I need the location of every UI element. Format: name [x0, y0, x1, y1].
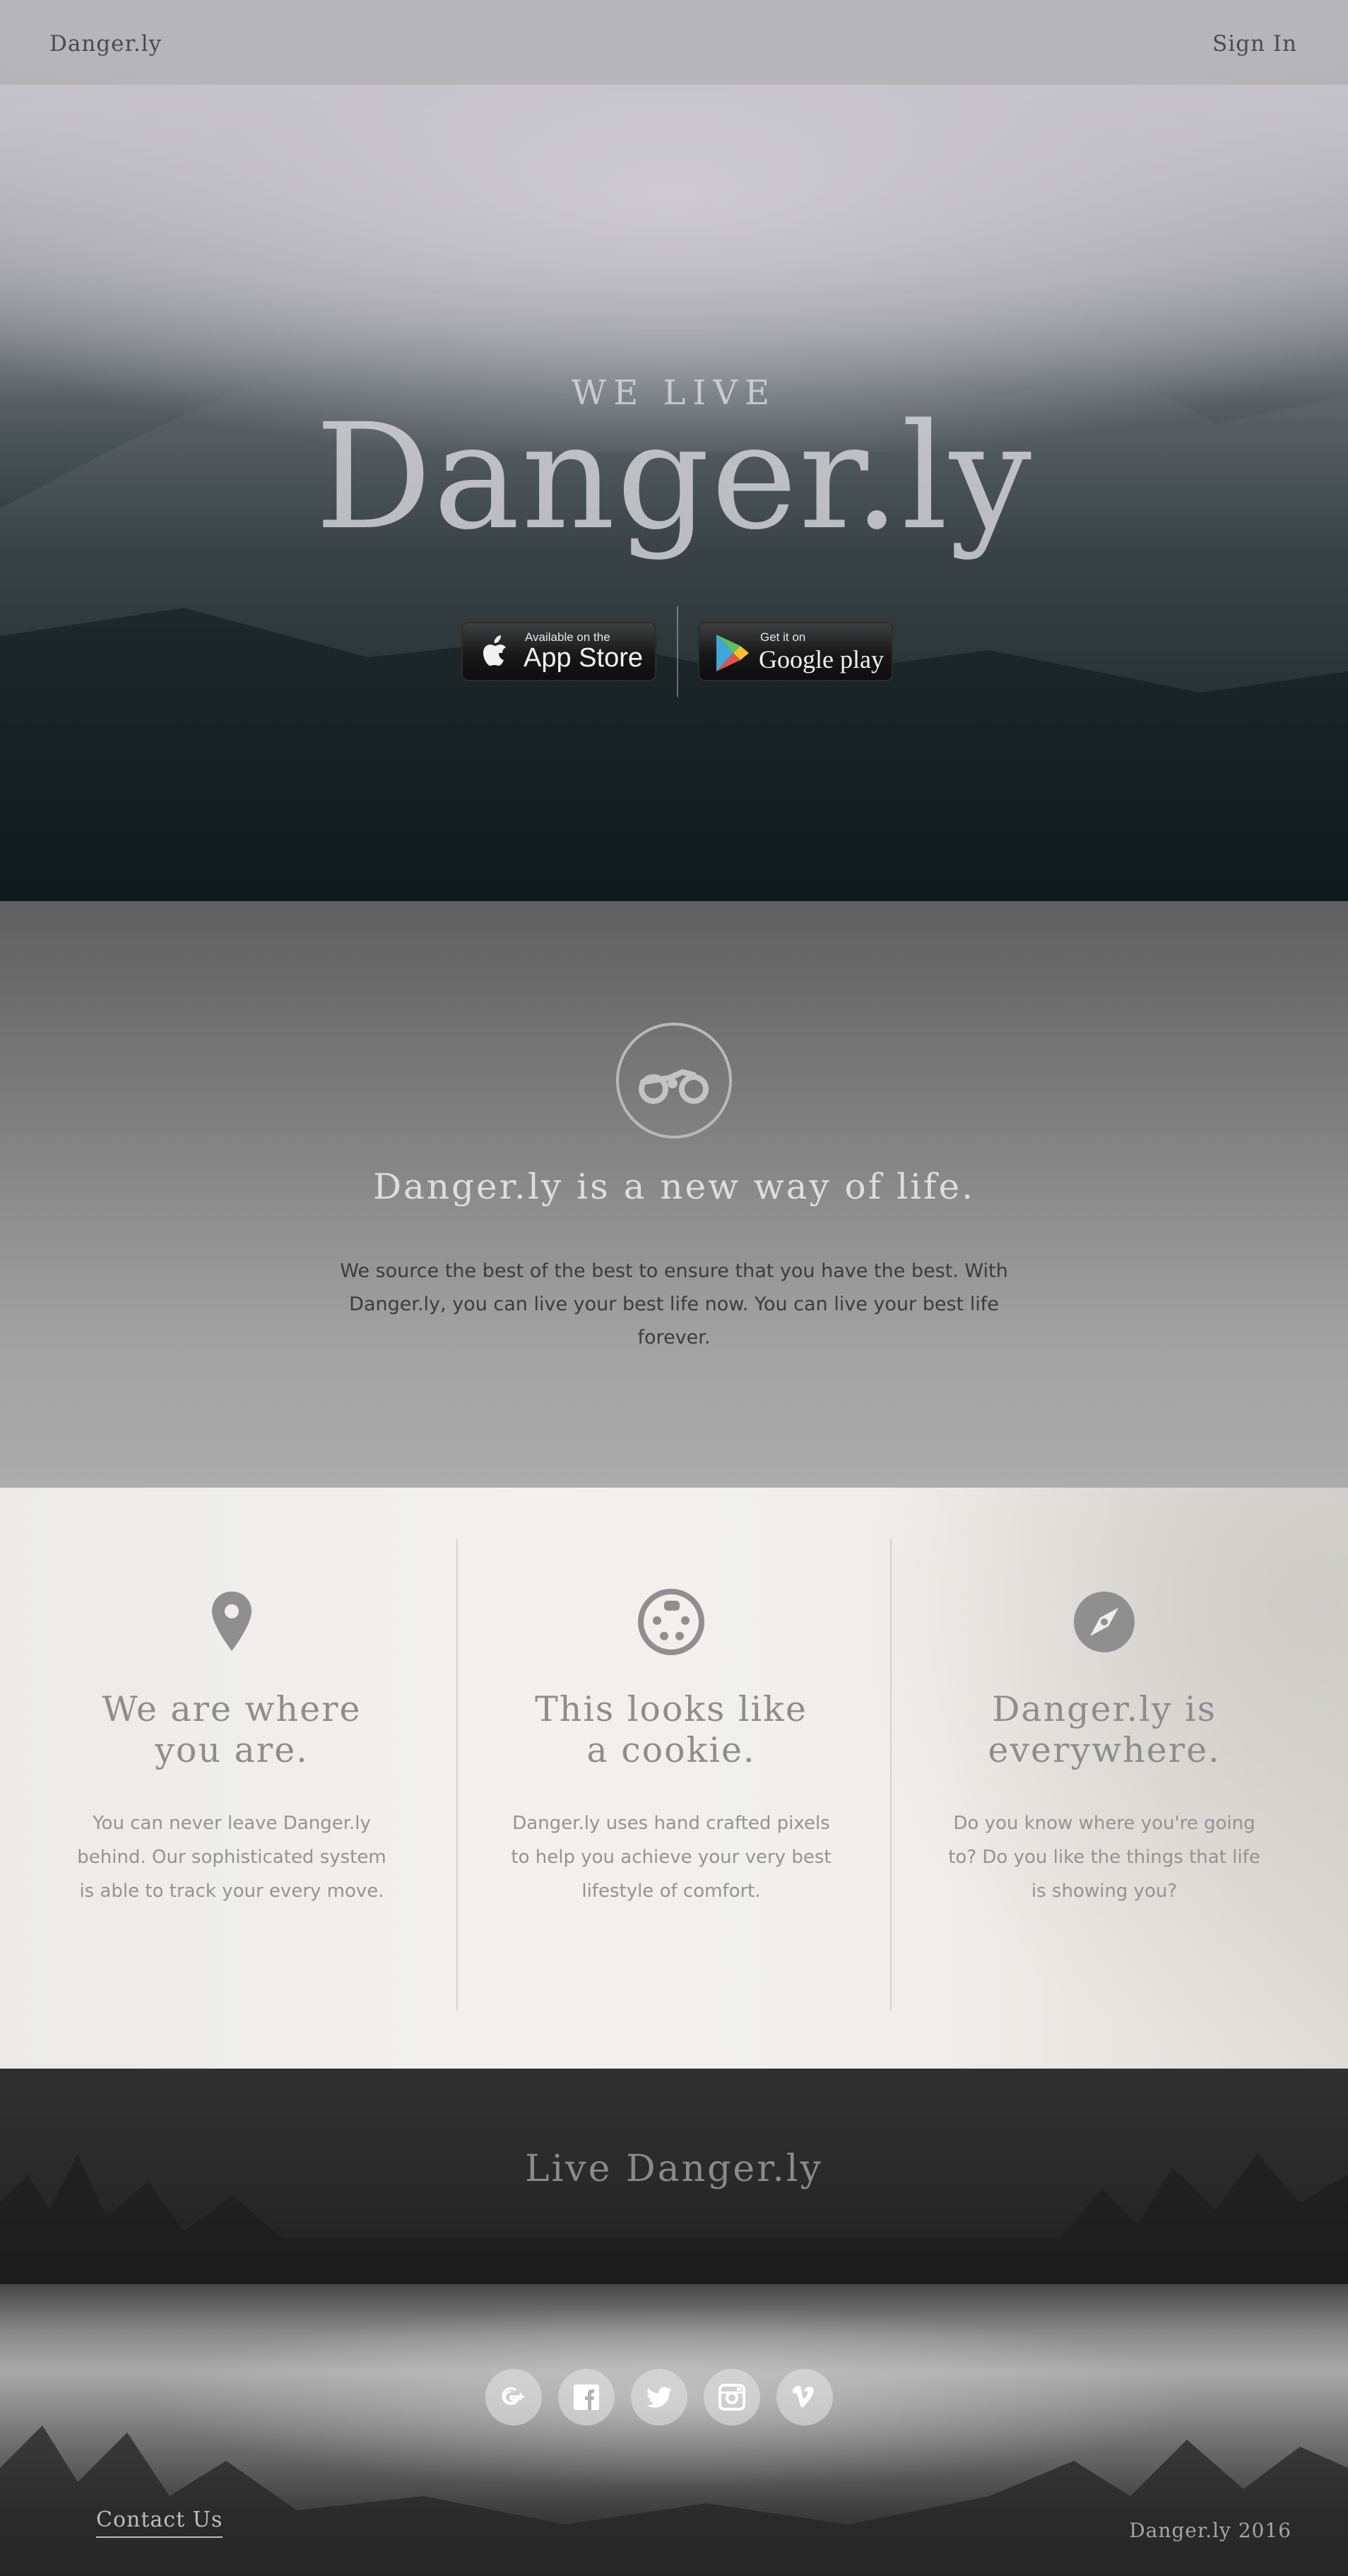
- features-section: We are where you are. You can never leav…: [0, 1488, 1348, 2069]
- hero-section: Danger.ly Sign In WE LIVE Danger.ly Avai…: [0, 0, 1348, 901]
- feature-everywhere-title: Danger.ly is everywhere.: [942, 1689, 1267, 1771]
- feature-location-title-line2: you are.: [155, 1730, 309, 1770]
- facebook-icon: [574, 2384, 599, 2410]
- motorcycle-icon: [616, 1023, 732, 1139]
- app-store-small-label: Available on the: [525, 630, 610, 644]
- sign-in-link[interactable]: Sign In: [1212, 31, 1297, 57]
- app-store-label: App Store: [524, 643, 643, 673]
- cookie-icon: [638, 1589, 704, 1655]
- vimeo-icon: [793, 2385, 814, 2408]
- top-navigation-bar: Danger.ly Sign In: [0, 0, 1348, 85]
- google-play-button[interactable]: Get it on Google play: [698, 622, 893, 681]
- feature-divider: [890, 1539, 892, 2011]
- instagram-button[interactable]: [704, 2369, 760, 2425]
- map-pin-icon: [212, 1592, 252, 1651]
- cta-title: Live Danger.ly: [525, 2148, 823, 2190]
- google-play-label: Google play: [759, 645, 884, 674]
- about-title: Danger.ly is a new way of life.: [372, 1166, 976, 1207]
- twitter-button[interactable]: [631, 2369, 687, 2425]
- feature-cookie-text: Danger.ly uses hand crafted pixels to he…: [511, 1813, 832, 1902]
- vimeo-button[interactable]: [776, 2369, 833, 2425]
- app-store-button[interactable]: Available on the App Store: [461, 622, 656, 681]
- feature-cookie-title-line2: a cookie.: [586, 1730, 756, 1770]
- feature-everywhere-title-line2: everywhere.: [988, 1730, 1221, 1770]
- google-plus-button[interactable]: [485, 2369, 542, 2425]
- compass-icon: [1074, 1592, 1135, 1652]
- about-description: We source the best of the best to ensure…: [340, 1260, 1008, 1348]
- feature-everywhere-title-line1: Danger.ly is: [992, 1689, 1217, 1729]
- feature-cookie-title-line1: This looks like: [535, 1689, 808, 1729]
- about-section: Danger.ly is a new way of life. We sourc…: [0, 901, 1348, 1488]
- instagram-icon: [719, 2384, 745, 2411]
- feature-location-text: You can never leave Danger.ly behind. Ou…: [77, 1813, 386, 1902]
- feature-location-title-line1: We are where: [102, 1689, 362, 1729]
- hero-title: Danger.ly: [314, 392, 1033, 562]
- cta-section: Live Danger.ly: [0, 2069, 1348, 2284]
- google-play-icon: [716, 635, 749, 671]
- google-plus-icon: [502, 2387, 524, 2406]
- google-play-small-label: Get it on: [760, 630, 806, 644]
- feature-divider: [456, 1539, 458, 2011]
- contact-us-link[interactable]: Contact Us: [96, 2507, 223, 2538]
- twitter-icon: [646, 2387, 672, 2408]
- feature-location-title: We are where you are.: [69, 1689, 394, 1771]
- feature-cookie-title: This looks like a cookie.: [509, 1689, 834, 1771]
- apple-icon: [483, 635, 506, 666]
- copyright-text: Danger.ly 2016: [1129, 2519, 1291, 2542]
- facebook-button[interactable]: [558, 2369, 615, 2425]
- forest-haze: [848, 1488, 1348, 2069]
- store-buttons-divider: [677, 606, 678, 697]
- brand-logo-link[interactable]: Danger.ly: [49, 31, 162, 57]
- feature-everywhere-text: Do you know where you're going to? Do yo…: [948, 1813, 1260, 1902]
